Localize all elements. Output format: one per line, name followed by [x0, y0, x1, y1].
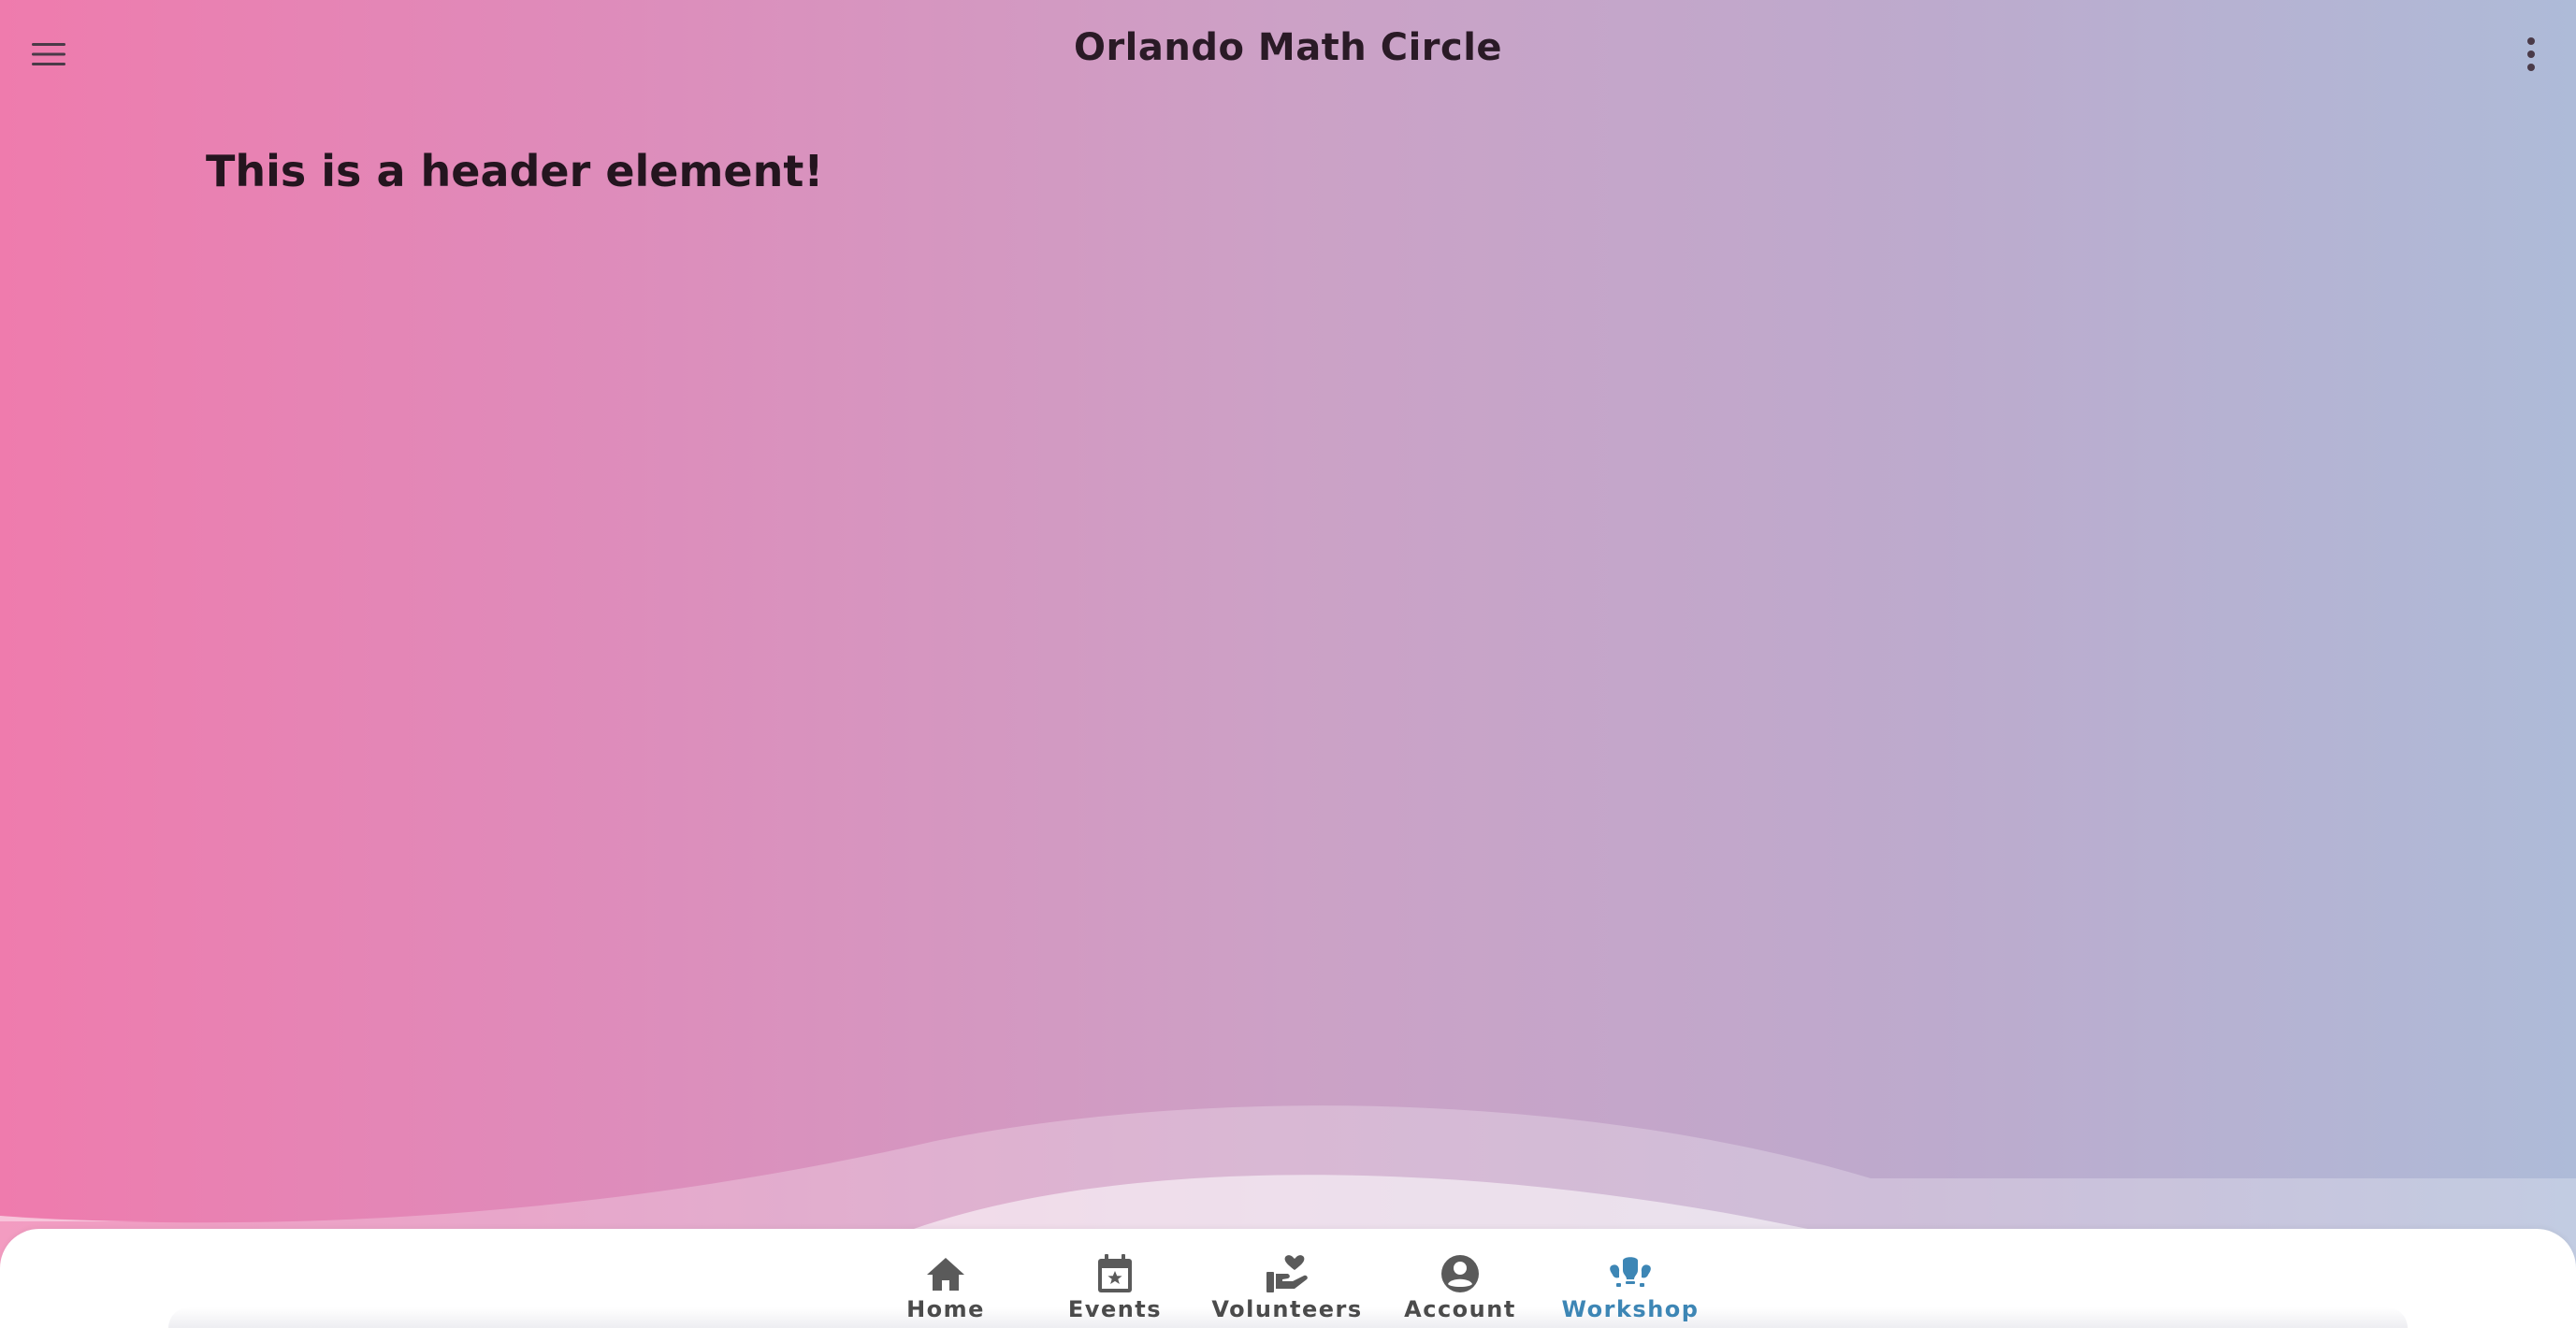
- calendar-star-icon: [1093, 1253, 1137, 1294]
- app-bar: Orlando Math Circle: [0, 0, 2576, 108]
- page-header: This is a header element!: [206, 146, 824, 196]
- nav-label-account: Account: [1404, 1296, 1516, 1322]
- app-root: Orlando Math Circle This is a header ele…: [0, 0, 2576, 1328]
- nav-item-account[interactable]: Account: [1374, 1253, 1546, 1322]
- bottom-navigation: Home Events Volunteers Account Workshop: [0, 1229, 2576, 1328]
- nav-item-events[interactable]: Events: [1030, 1253, 1200, 1322]
- nav-label-events: Events: [1067, 1296, 1163, 1322]
- nav-item-workshop[interactable]: Workshop: [1546, 1253, 1715, 1322]
- bottom-nav-items: Home Events Volunteers Account Workshop: [0, 1253, 2576, 1322]
- more-vertical-icon: [2527, 37, 2535, 71]
- nav-item-volunteers[interactable]: Volunteers: [1200, 1253, 1374, 1322]
- more-options-button[interactable]: [2503, 28, 2559, 80]
- account-circle-icon: [1438, 1253, 1483, 1294]
- nav-label-workshop: Workshop: [1561, 1296, 1700, 1322]
- home-icon: [923, 1253, 968, 1294]
- nav-item-home[interactable]: Home: [861, 1253, 1030, 1322]
- workshop-icon: [1608, 1253, 1653, 1294]
- app-title: Orlando Math Circle: [1073, 26, 1503, 69]
- volunteer-hand-heart-icon: [1265, 1253, 1310, 1294]
- nav-label-volunteers: Volunteers: [1211, 1296, 1363, 1322]
- nav-label-home: Home: [906, 1296, 985, 1322]
